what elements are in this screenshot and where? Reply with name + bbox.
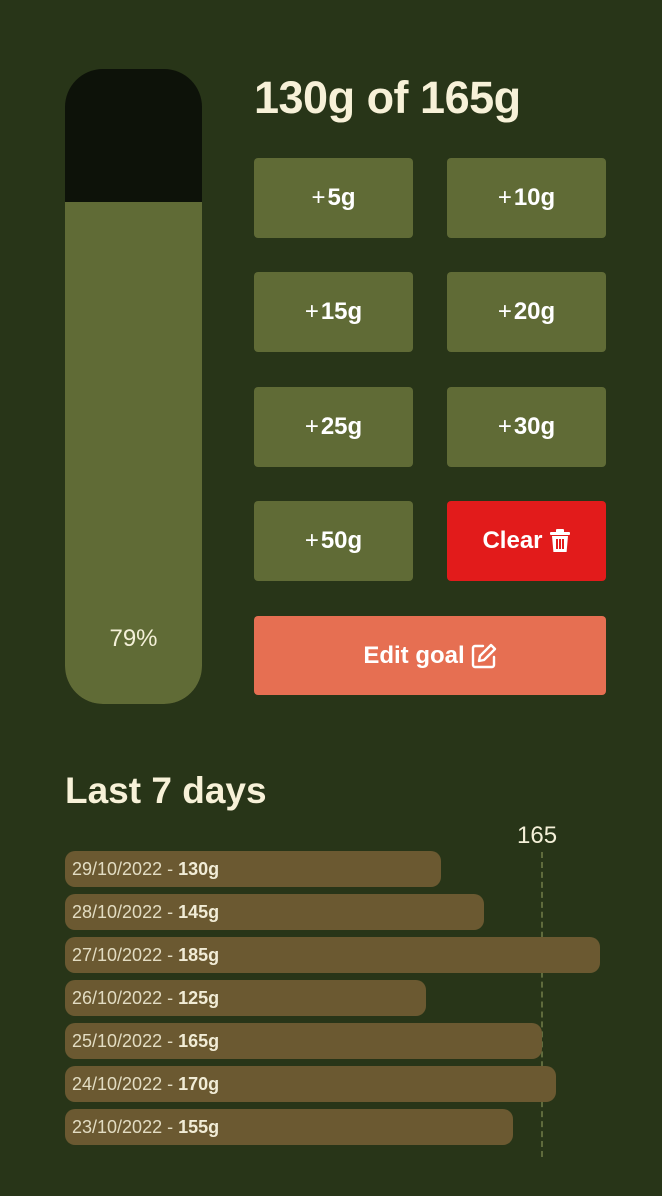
plus-sign: +	[497, 298, 512, 325]
history-date: 25/10/2022	[72, 1030, 163, 1051]
plus-sign: +	[311, 184, 326, 211]
add-amount-label: 10g	[513, 184, 556, 211]
history-separator: -	[162, 944, 179, 965]
edit-goal-label: Edit goal	[363, 641, 465, 669]
edit-icon	[471, 643, 497, 669]
history-amount: 165g	[178, 1030, 220, 1051]
plus-sign: +	[304, 298, 319, 325]
plus-sign: +	[304, 527, 319, 554]
history-separator: -	[162, 858, 179, 879]
add-10g-button[interactable]: +10g	[447, 158, 606, 238]
plus-sign: +	[304, 413, 319, 440]
add-50g-button[interactable]: +50g	[254, 501, 413, 581]
history-date: 24/10/2022	[72, 1073, 163, 1094]
add-amount-label: 25g	[320, 413, 363, 440]
history-amount: 170g	[178, 1073, 220, 1094]
history-row: 29/10/2022 - 130g	[65, 851, 441, 887]
history-separator: -	[162, 901, 179, 922]
history-date: 27/10/2022	[72, 944, 163, 965]
plus-sign: +	[497, 184, 512, 211]
history-amount: 130g	[178, 858, 220, 879]
history-row: 26/10/2022 - 125g	[65, 980, 426, 1016]
trash-icon	[549, 529, 571, 553]
add-20g-button[interactable]: +20g	[447, 272, 606, 352]
add-amount-label: 50g	[320, 527, 363, 554]
history-amount: 185g	[178, 944, 220, 965]
history-amount: 145g	[178, 901, 220, 922]
history-separator: -	[162, 987, 179, 1008]
history-date: 29/10/2022	[72, 858, 163, 879]
goal-marker-label: 165	[517, 822, 558, 849]
history-separator: -	[162, 1030, 179, 1051]
history-row: 24/10/2022 - 170g	[65, 1066, 556, 1102]
progress-tube: 79%	[65, 69, 202, 704]
history-row: 25/10/2022 - 165g	[65, 1023, 542, 1059]
add-amount-label: 5g	[327, 184, 356, 211]
history-amount: 155g	[178, 1116, 220, 1137]
history-date: 28/10/2022	[72, 901, 163, 922]
edit-goal-button[interactable]: Edit goal	[254, 616, 606, 695]
plus-sign: +	[497, 413, 512, 440]
history-row: 23/10/2022 - 155g	[65, 1109, 513, 1145]
add-amount-label: 15g	[320, 298, 363, 325]
add-5g-button[interactable]: +5g	[254, 158, 413, 238]
history-row: 28/10/2022 - 145g	[65, 894, 484, 930]
add-amount-label: 20g	[513, 298, 556, 325]
progress-percent: 79%	[109, 625, 158, 652]
add-30g-button[interactable]: +30g	[447, 387, 606, 467]
clear-button[interactable]: Clear	[447, 501, 606, 581]
add-15g-button[interactable]: +15g	[254, 272, 413, 352]
intake-headline: 130g of 165g	[254, 72, 521, 123]
history-date: 26/10/2022	[72, 987, 163, 1008]
add-25g-button[interactable]: +25g	[254, 387, 413, 467]
history-title: Last 7 days	[65, 770, 267, 811]
history-row: 27/10/2022 - 185g	[65, 937, 600, 973]
history-separator: -	[162, 1116, 179, 1137]
history-amount: 125g	[178, 987, 220, 1008]
goal-marker-line	[541, 852, 543, 1157]
add-amount-label: 30g	[513, 413, 556, 440]
clear-label: Clear	[482, 527, 543, 554]
history-date: 23/10/2022	[72, 1116, 163, 1137]
history-separator: -	[162, 1073, 179, 1094]
